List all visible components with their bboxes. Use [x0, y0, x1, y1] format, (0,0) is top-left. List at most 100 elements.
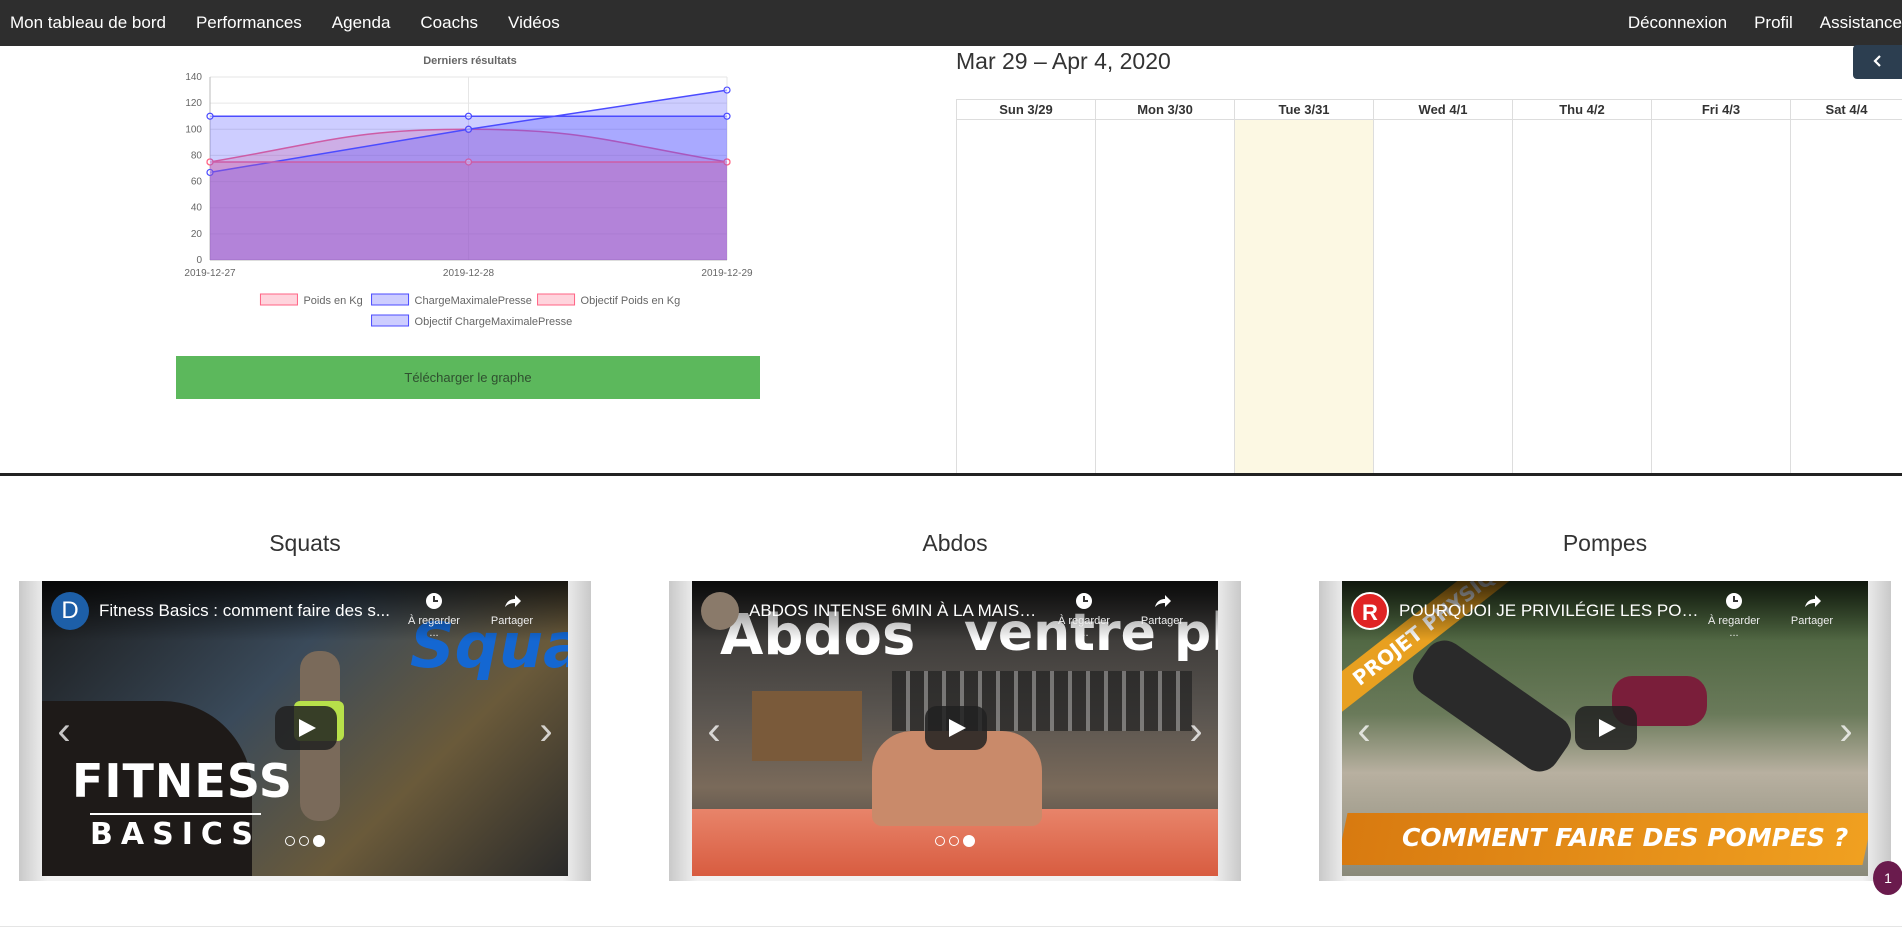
x-tick-label: 2019-12-28 — [443, 268, 495, 279]
play-button[interactable] — [1575, 706, 1637, 750]
calendar-day-header: Tue 3/31 — [1235, 99, 1373, 120]
carousel-prev-arrow[interactable]: ‹ — [699, 711, 729, 751]
carousel-next-arrow[interactable]: › — [1181, 711, 1211, 751]
video-heading[interactable]: ABDOS INTENSE 6MIN À LA MAISON... — [749, 601, 1049, 621]
carousel-dot[interactable] — [949, 836, 959, 846]
share-label: Partager — [1790, 615, 1834, 627]
nav-performances-link[interactable]: Performances — [196, 13, 302, 33]
carousel-dot-active[interactable] — [313, 835, 325, 847]
carousel-dot[interactable] — [299, 836, 309, 846]
chart-title: Derniers résultats — [423, 55, 517, 67]
x-tick-label: 2019-12-27 — [184, 268, 236, 279]
watch-later-label: À regarder ... — [408, 615, 460, 639]
nav-agenda-link[interactable]: Agenda — [332, 13, 391, 33]
legend-label: ChargeMaximalePresse — [415, 295, 532, 307]
watch-later-label: À regarder ... — [1058, 615, 1110, 639]
calendar-day-header: Mon 3/30 — [1096, 99, 1234, 120]
thumbnail-overlay-main: COMMENT FAIRE DES POMPES ? — [1402, 823, 1849, 852]
data-point — [723, 112, 731, 120]
calendar-day-header: Fri 4/3 — [1652, 99, 1790, 120]
thumbnail-overlay-sub: BASICS — [90, 813, 262, 852]
section-divider — [0, 473, 1902, 476]
nav-assistance-link[interactable]: Assistance — [1820, 13, 1902, 33]
share-button[interactable]: Partager — [482, 591, 542, 627]
calendar-day-header: Wed 4/1 — [1374, 99, 1512, 120]
nav-coachs-link[interactable]: Coachs — [420, 13, 478, 33]
legend-swatch — [371, 314, 410, 327]
video-player[interactable]: FITNESS BASICS Squat D Fitness Basics : … — [42, 581, 568, 876]
share-icon — [1805, 595, 1821, 607]
legend-swatch — [537, 293, 576, 306]
carousel-next-arrow[interactable]: › — [531, 711, 561, 751]
top-navbar: Mon tableau de bord Performances Agenda … — [0, 0, 1902, 46]
channel-avatar[interactable]: R — [1351, 592, 1389, 630]
share-button[interactable]: Partager — [1132, 591, 1192, 627]
wood-box — [752, 691, 862, 761]
calendar-day-header: Sat 4/4 — [1791, 99, 1902, 120]
play-button[interactable] — [275, 706, 337, 750]
video-section-title: Squats — [269, 530, 341, 556]
clock-icon — [1726, 593, 1742, 609]
nav-videos-link[interactable]: Vidéos — [508, 13, 560, 33]
legend-swatch — [371, 293, 410, 306]
series-area — [210, 116, 727, 260]
video-player[interactable]: Abdos ventre plat ABDOS INTENSE 6MIN À L… — [692, 581, 1218, 876]
calendar-day-column[interactable]: Tue 3/31 — [1234, 99, 1373, 473]
legend-label: Objectif Poids en Kg — [581, 295, 681, 307]
carousel-indicators — [933, 835, 977, 847]
calendar-day-header: Sun 3/29 — [957, 99, 1095, 120]
carousel-next-arrow[interactable]: › — [1831, 711, 1861, 751]
nav-dashboard-link[interactable]: Mon tableau de bord — [10, 13, 166, 33]
video-section-abdos: Abdos Abdos ventre plat ABDOS INTENSE 6M… — [669, 530, 1241, 881]
carousel-dot[interactable] — [285, 836, 295, 846]
video-heading[interactable]: Fitness Basics : comment faire des s... — [99, 601, 399, 621]
download-graph-button[interactable]: Télécharger le graphe — [176, 356, 760, 399]
calendar-title: Mar 29 – Apr 4, 2020 — [956, 48, 1171, 74]
carousel-dot-active[interactable] — [963, 835, 975, 847]
calendar-day-header: Thu 4/2 — [1513, 99, 1651, 120]
calendar-day-column[interactable]: Thu 4/2 — [1512, 99, 1651, 473]
share-button[interactable]: Partager — [1782, 591, 1842, 627]
video-carousel[interactable]: FITNESS BASICS Squat D Fitness Basics : … — [19, 581, 591, 881]
calendar-day-column[interactable]: Sun 3/29 — [956, 99, 1095, 473]
calendar-prev-button[interactable] — [1853, 45, 1902, 79]
y-tick-label: 20 — [191, 229, 203, 240]
notification-badge[interactable]: 1 — [1873, 861, 1902, 895]
carousel-indicators — [283, 835, 327, 847]
carousel-dot[interactable] — [935, 836, 945, 846]
share-label: Partager — [490, 615, 534, 627]
channel-avatar[interactable]: D — [51, 592, 89, 630]
watch-later-button[interactable]: À regarder ... — [404, 591, 464, 639]
nav-logout-link[interactable]: Déconnexion — [1628, 13, 1727, 33]
share-label: Partager — [1140, 615, 1184, 627]
calendar-day-column[interactable]: Mon 3/30 — [1095, 99, 1234, 473]
calendar-day-column[interactable]: Sat 4/4 — [1790, 99, 1902, 473]
data-point — [723, 86, 731, 94]
video-carousel[interactable]: Abdos ventre plat ABDOS INTENSE 6MIN À L… — [669, 581, 1241, 881]
nav-left-group: Mon tableau de bord Performances Agenda … — [10, 0, 590, 46]
calendar-day-column[interactable]: Fri 4/3 — [1651, 99, 1790, 473]
data-point — [206, 112, 214, 120]
video-player[interactable]: COMMENT FAIRE DES POMPES ? PROJET PHYSIQ… — [1342, 581, 1868, 876]
play-button[interactable] — [925, 706, 987, 750]
y-tick-label: 120 — [185, 98, 202, 109]
calendar-day-column[interactable]: Wed 4/1 — [1373, 99, 1512, 473]
watch-later-button[interactable]: À regarder ... — [1054, 591, 1114, 639]
chevron-left-icon — [1872, 54, 1881, 67]
data-point — [464, 112, 473, 120]
watch-later-button[interactable]: À regarder ... — [1704, 591, 1764, 639]
video-heading[interactable]: POURQUOI JE PRIVILÉGIE LES POMP... — [1399, 601, 1699, 621]
carousel-prev-arrow[interactable]: ‹ — [1349, 711, 1379, 751]
carousel-prev-arrow[interactable]: ‹ — [49, 711, 79, 751]
legend-label: Poids en Kg — [303, 295, 362, 307]
person-figure — [1405, 632, 1579, 780]
legend-swatch — [259, 293, 298, 306]
nav-profile-link[interactable]: Profil — [1754, 13, 1793, 33]
y-tick-label: 140 — [185, 72, 202, 83]
share-icon — [1155, 595, 1171, 607]
clock-icon — [1076, 593, 1092, 609]
y-tick-label: 40 — [191, 203, 203, 214]
legend-label: Objectif ChargeMaximalePresse — [415, 316, 573, 328]
channel-avatar[interactable] — [701, 592, 739, 630]
video-carousel[interactable]: COMMENT FAIRE DES POMPES ? PROJET PHYSIQ… — [1319, 581, 1891, 881]
